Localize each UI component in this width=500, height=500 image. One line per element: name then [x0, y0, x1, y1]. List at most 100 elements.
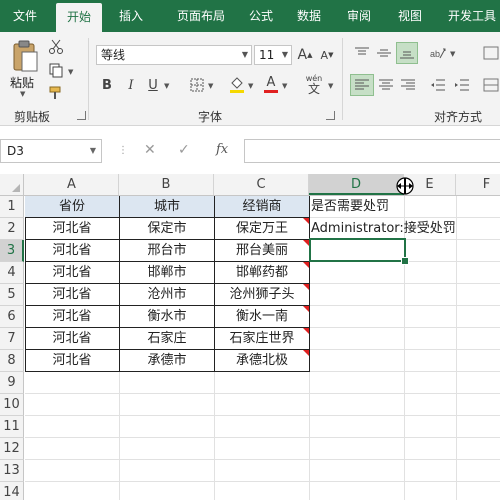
font-size-dropdown[interactable]: 11 ▼: [254, 45, 292, 65]
merge-center-icon[interactable]: [482, 76, 500, 94]
orientation-icon[interactable]: ab: [428, 44, 448, 62]
increase-indent-icon[interactable]: [452, 76, 472, 94]
table-header-city[interactable]: 城市: [120, 196, 215, 218]
fill-color-dropdown-icon[interactable]: ▼: [248, 82, 253, 90]
row-header-8[interactable]: 8: [0, 350, 24, 372]
name-box[interactable]: D3 ▼: [0, 139, 102, 163]
clipboard-launcher-icon[interactable]: [77, 111, 86, 120]
table-cell[interactable]: 承德北极: [215, 350, 310, 372]
decrease-indent-icon[interactable]: [428, 76, 448, 94]
font-launcher-icon[interactable]: [326, 111, 335, 120]
paste-dropdown-icon[interactable]: ▼: [20, 90, 25, 98]
tab-page-layout[interactable]: 页面布局: [164, 0, 238, 32]
table-cell[interactable]: 沧州狮子头: [215, 284, 310, 306]
worksheet-grid[interactable]: 省份 城市 经销商 河北省 保定市 保定万王 河北省 邢台市 邢台美丽 河北省 …: [25, 196, 500, 500]
align-center-icon[interactable]: [376, 76, 396, 94]
table-cell[interactable]: 邢台市: [120, 240, 215, 262]
cell-d2[interactable]: Administrator:接受处罚: [309, 218, 499, 240]
table-cell[interactable]: 石家庄世界: [215, 328, 310, 350]
table-cell[interactable]: 河北省: [25, 306, 120, 328]
formula-input[interactable]: [244, 139, 500, 163]
align-left-icon[interactable]: [350, 74, 374, 96]
selected-cell-d3[interactable]: [309, 238, 409, 265]
align-middle-icon[interactable]: [374, 44, 394, 62]
decrease-font-icon[interactable]: A ▼: [318, 46, 336, 64]
more-options-icon[interactable]: ⋮: [118, 145, 128, 156]
table-cell[interactable]: 沧州市: [120, 284, 215, 306]
fill-color-icon[interactable]: [228, 74, 246, 94]
table-cell[interactable]: 河北省: [25, 350, 120, 372]
table-cell[interactable]: 河北省: [25, 262, 120, 284]
column-header-c[interactable]: C: [214, 174, 309, 195]
table-cell[interactable]: 承德市: [120, 350, 215, 372]
phonetic-dropdown-icon[interactable]: ▼: [328, 82, 333, 90]
table-cell[interactable]: 河北省: [25, 328, 120, 350]
phonetic-guide-icon[interactable]: wén 文: [302, 72, 326, 96]
row-header-7[interactable]: 7: [0, 328, 24, 350]
row-header-1[interactable]: 1: [0, 196, 24, 218]
borders-dropdown-icon[interactable]: ▼: [208, 82, 213, 90]
row-header-5[interactable]: 5: [0, 284, 24, 306]
tab-developer[interactable]: 开发工具: [440, 0, 500, 32]
select-all-button[interactable]: [0, 174, 24, 195]
align-bottom-icon[interactable]: [396, 42, 418, 64]
table-cell[interactable]: 河北省: [25, 240, 120, 262]
row-header-2[interactable]: 2: [0, 218, 24, 240]
table-cell[interactable]: 邢台美丽: [215, 240, 310, 262]
column-header-f[interactable]: F: [456, 174, 500, 195]
row-header-13[interactable]: 13: [0, 460, 24, 482]
insert-function-button[interactable]: fx: [216, 142, 228, 157]
table-header-province[interactable]: 省份: [25, 196, 120, 218]
table-cell[interactable]: 河北省: [25, 218, 120, 240]
tab-data[interactable]: 数据: [286, 0, 332, 32]
row-header-3[interactable]: 3: [0, 240, 24, 262]
row-header-11[interactable]: 11: [0, 416, 24, 438]
row-header-9[interactable]: 9: [0, 372, 24, 394]
align-top-icon[interactable]: [352, 44, 372, 62]
comment-indicator-icon[interactable]: [303, 284, 309, 290]
orientation-dropdown-icon[interactable]: ▼: [450, 50, 455, 58]
tab-insert[interactable]: 插入: [108, 0, 154, 32]
cancel-entry-icon[interactable]: ✕: [144, 142, 156, 158]
column-header-b[interactable]: B: [119, 174, 214, 195]
row-header-10[interactable]: 10: [0, 394, 24, 416]
table-cell[interactable]: 保定市: [120, 218, 215, 240]
align-right-icon[interactable]: [398, 76, 418, 94]
row-header-6[interactable]: 6: [0, 306, 24, 328]
row-header-4[interactable]: 4: [0, 262, 24, 284]
comment-indicator-icon[interactable]: [303, 350, 309, 356]
row-header-12[interactable]: 12: [0, 438, 24, 460]
font-name-dropdown[interactable]: 等线 ▼: [96, 45, 252, 65]
tab-view[interactable]: 视图: [388, 0, 432, 32]
confirm-entry-icon[interactable]: ✓: [178, 142, 190, 158]
paste-label[interactable]: 粘贴: [10, 74, 34, 91]
cut-icon[interactable]: [46, 38, 66, 56]
italic-button[interactable]: I: [124, 76, 138, 94]
table-cell[interactable]: 河北省: [25, 284, 120, 306]
underline-button[interactable]: U: [146, 76, 160, 94]
borders-icon[interactable]: [188, 76, 206, 94]
tab-formulas[interactable]: 公式: [238, 0, 284, 32]
comment-indicator-icon[interactable]: [303, 262, 309, 268]
comment-indicator-icon[interactable]: [303, 328, 309, 334]
copy-icon[interactable]: [46, 62, 66, 80]
tab-file[interactable]: 文件: [0, 0, 50, 32]
font-color-dropdown-icon[interactable]: ▼: [282, 82, 287, 90]
tab-home[interactable]: 开始: [56, 3, 102, 32]
table-cell[interactable]: 石家庄: [120, 328, 215, 350]
wrap-text-icon[interactable]: [482, 44, 500, 62]
copy-dropdown-icon[interactable]: ▼: [68, 68, 73, 76]
tab-review[interactable]: 审阅: [336, 0, 382, 32]
table-cell[interactable]: 保定万王: [215, 218, 310, 240]
increase-font-icon[interactable]: A ▲: [296, 46, 314, 64]
underline-dropdown-icon[interactable]: ▼: [164, 82, 169, 90]
format-painter-icon[interactable]: [46, 84, 66, 102]
table-cell[interactable]: 邯郸药都: [215, 262, 310, 284]
table-cell[interactable]: 衡水一南: [215, 306, 310, 328]
column-header-d[interactable]: D: [309, 174, 404, 195]
column-header-a[interactable]: A: [25, 174, 119, 195]
table-cell[interactable]: 邯郸市: [120, 262, 215, 284]
paste-icon[interactable]: [10, 38, 40, 74]
comment-indicator-icon[interactable]: [303, 306, 309, 312]
table-cell[interactable]: 衡水市: [120, 306, 215, 328]
